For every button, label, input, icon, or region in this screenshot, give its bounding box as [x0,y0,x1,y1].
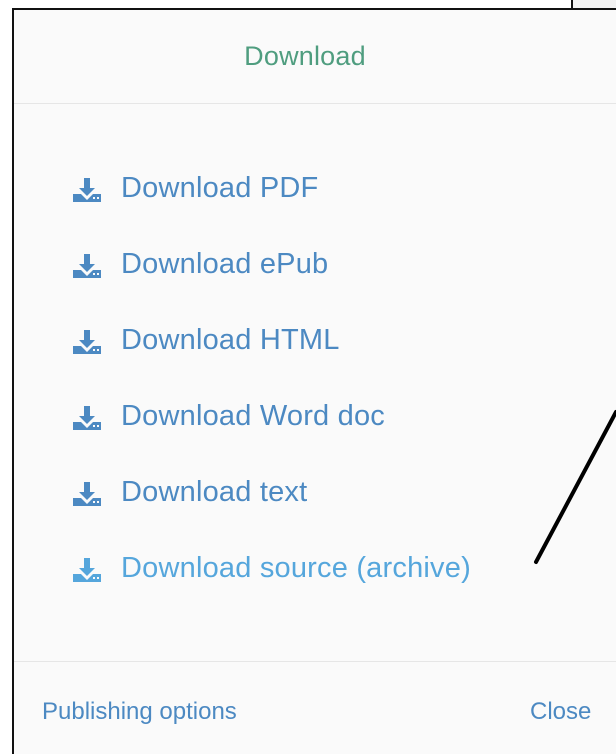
download-html-link[interactable]: Download HTML [71,320,471,396]
close-link[interactable]: Close [530,696,591,728]
modal-title: Download [244,41,366,71]
modal-body: Download PDF Download ePub Download HTML… [14,104,616,661]
download-html-label: Download HTML [121,324,340,356]
download-icon [73,254,101,278]
download-word-doc-link[interactable]: Download Word doc [71,396,471,472]
download-icon [73,406,101,430]
download-word-doc-label: Download Word doc [121,400,386,432]
screenshot-page: Download Download PDF Download ePub Down… [0,0,616,754]
download-options-list: Download PDF Download ePub Download HTML… [71,168,471,624]
download-icon [73,330,101,354]
download-text-label: Download text [121,476,308,508]
download-epub-label: Download ePub [121,248,329,280]
download-pdf-label: Download PDF [121,172,319,204]
download-source-archive-link[interactable]: Download source (archive) [71,548,471,624]
modal-header: Download [14,10,616,104]
download-source-archive-label: Download source (archive) [121,552,471,584]
download-epub-link[interactable]: Download ePub [71,244,471,320]
download-icon [73,558,101,582]
download-icon [73,482,101,506]
download-pdf-link[interactable]: Download PDF [71,168,471,244]
modal-footer: Publishing options Close [14,661,616,754]
download-text-link[interactable]: Download text [71,472,471,548]
download-icon [73,178,101,202]
download-modal: Download Download PDF Download ePub Down… [12,8,616,754]
publishing-options-link[interactable]: Publishing options [42,696,237,728]
